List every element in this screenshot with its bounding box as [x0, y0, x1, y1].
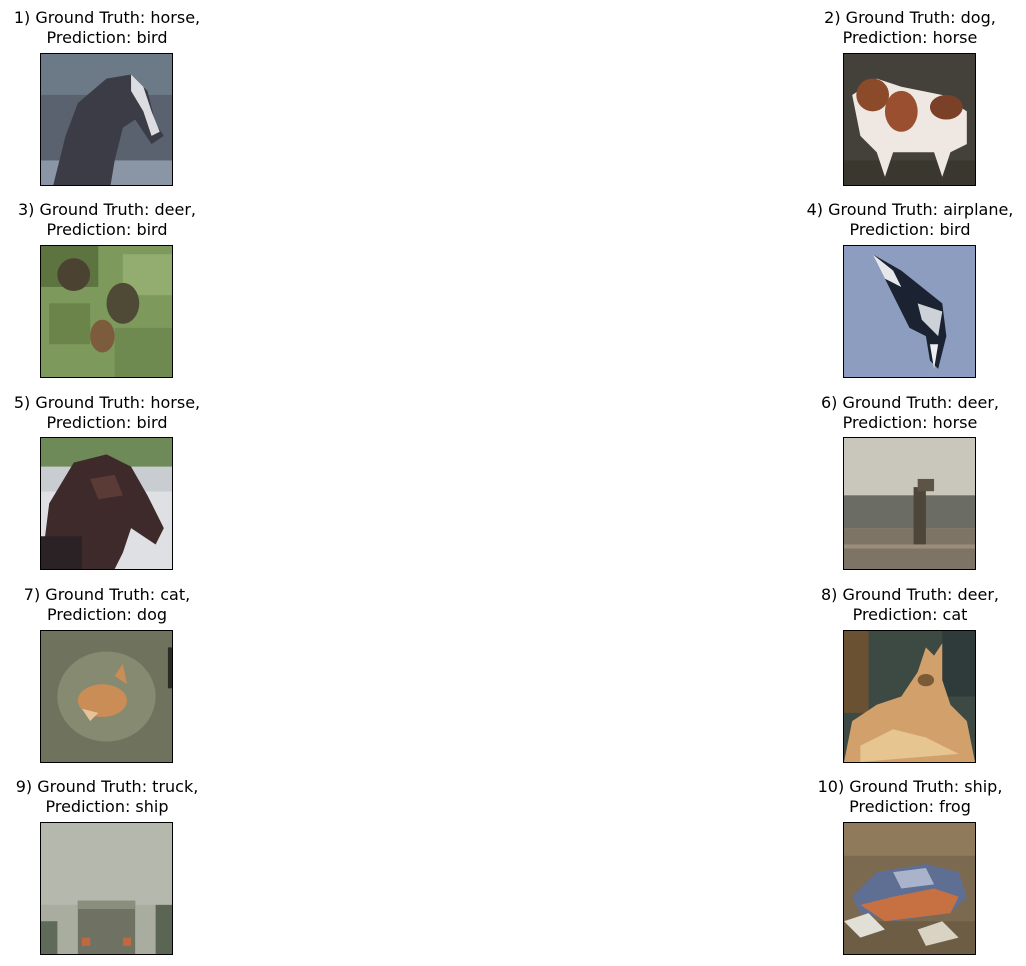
panel-9-image: [40, 822, 173, 955]
panel-3-title: 3) Ground Truth: deer, Prediction: bird: [18, 200, 196, 239]
panel-10-title: 10) Ground Truth: ship, Prediction: frog: [817, 777, 1003, 816]
panel-7: 7) Ground Truth: cat, Prediction: dog: [0, 585, 237, 625]
panel-6: 6) Ground Truth: deer, Prediction: horse: [780, 393, 1026, 433]
panel-1-image: [40, 53, 173, 186]
panel-10-image: [843, 822, 976, 955]
panel-2-title: 2) Ground Truth: dog, Prediction: horse: [824, 8, 996, 47]
panel-9-title: 9) Ground Truth: truck, Prediction: ship: [15, 777, 199, 816]
panel-1-title: 1) Ground Truth: horse, Prediction: bird: [13, 8, 201, 47]
panel-4-title: 4) Ground Truth: airplane, Prediction: bi…: [806, 200, 1014, 239]
panel-6-title: 6) Ground Truth: deer, Prediction: horse: [821, 393, 999, 432]
panel-3: 3) Ground Truth: deer, Prediction: bird: [0, 200, 237, 240]
panel-5: 5) Ground Truth: horse, Prediction: bird: [0, 393, 237, 433]
panel-1: 1) Ground Truth: horse, Prediction: bird: [0, 8, 237, 48]
panel-5-image: [40, 437, 173, 570]
panel-7-image: [40, 630, 173, 763]
panel-2-image: [843, 53, 976, 186]
panel-5-title: 5) Ground Truth: horse, Prediction: bird: [13, 393, 201, 432]
panel-9: 9) Ground Truth: truck, Prediction: ship: [0, 777, 237, 817]
panel-3-image: [40, 245, 173, 378]
panel-8: 8) Ground Truth: deer, Prediction: cat: [780, 585, 1026, 625]
panel-10: 10) Ground Truth: ship, Prediction: frog: [780, 777, 1026, 817]
panel-4: 4) Ground Truth: airplane, Prediction: bi…: [780, 200, 1026, 240]
panel-8-title: 8) Ground Truth: deer, Prediction: cat: [821, 585, 999, 624]
panel-2: 2) Ground Truth: dog, Prediction: horse: [780, 8, 1026, 48]
panel-6-image: [843, 437, 976, 570]
panel-7-title: 7) Ground Truth: cat, Prediction: dog: [23, 585, 191, 624]
panel-4-image: [843, 245, 976, 378]
panel-8-image: [843, 630, 976, 763]
